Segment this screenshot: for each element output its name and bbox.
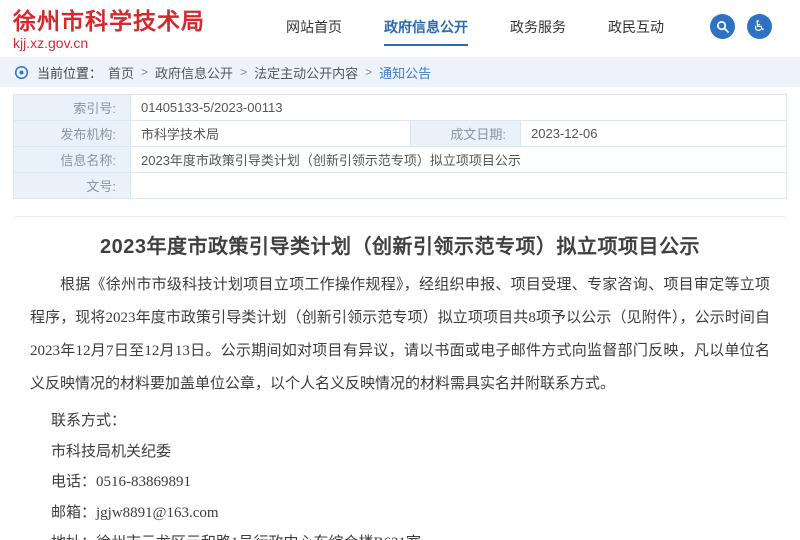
breadcrumb-item-gov-info[interactable]: 政府信息公开 <box>155 63 233 82</box>
breadcrumb-separator: > <box>240 65 247 79</box>
issue-date-label: 成文日期: <box>411 121 521 147</box>
breadcrumb-separator: > <box>365 65 372 79</box>
table-row: 文号: <box>14 173 787 199</box>
main-nav: 网站首页 政府信息公开 政务服务 政民互动 ♿ <box>244 14 772 48</box>
info-name-label: 信息名称: <box>14 147 131 173</box>
site-title: 徐州市科学技术局 <box>13 8 205 34</box>
site-brand: 徐州市科学技术局 kjj.xz.gov.cn <box>13 8 205 52</box>
breadcrumb-item-public-content[interactable]: 法定主动公开内容 <box>254 63 358 82</box>
nav-item-interaction[interactable]: 政民互动 <box>608 17 664 46</box>
contact-phone-1: 电话：0516-83869891 <box>30 473 770 493</box>
article-body: 根据《徐州市市级科技计划项目立项工作操作规程》，经组织申报、项目受理、专家咨询、… <box>30 269 770 540</box>
contact-office: 市科技局机关纪委 <box>30 443 770 463</box>
page-title: 2023年度市政策引导类计划（创新引领示范专项）拟立项项目公示 <box>30 230 770 259</box>
index-number-value: 01405133-5/2023-00113 <box>131 95 787 121</box>
document-meta: 索引号: 01405133-5/2023-00113 发布机构: 市科学技术局 … <box>0 87 800 199</box>
meta-table: 索引号: 01405133-5/2023-00113 发布机构: 市科学技术局 … <box>13 94 787 199</box>
search-icon[interactable] <box>710 14 735 39</box>
nav-item-services[interactable]: 政务服务 <box>510 17 566 46</box>
breadcrumb-separator: > <box>141 65 148 79</box>
nav-item-home[interactable]: 网站首页 <box>286 17 342 46</box>
contact-address: 地址：徐州市云龙区元和路1号行政中心东综合楼B631室 <box>30 534 770 540</box>
table-row: 索引号: 01405133-5/2023-00113 <box>14 95 787 121</box>
table-row: 发布机构: 市科学技术局 成文日期: 2023-12-06 <box>14 121 787 147</box>
issuing-agency-label: 发布机构: <box>14 121 131 147</box>
table-row: 信息名称: 2023年度市政策引导类计划（创新引领示范专项）拟立项项目公示 <box>14 147 787 173</box>
issue-date-value: 2023-12-06 <box>521 121 787 147</box>
accessibility-icon[interactable]: ♿ <box>747 14 772 39</box>
breadcrumb-prefix: 当前位置： <box>37 63 102 82</box>
breadcrumb-item-home[interactable]: 首页 <box>108 63 134 82</box>
contact-heading: 联系方式： <box>30 412 770 432</box>
nav-icon-group: ♿ <box>698 14 772 39</box>
contact-email: 邮箱：jgjw8891@163.com <box>30 504 770 524</box>
article: 2023年度市政策引导类计划（创新引领示范专项）拟立项项目公示 根据《徐州市市级… <box>0 217 800 540</box>
location-pin-icon <box>14 65 29 80</box>
info-name-value: 2023年度市政策引导类计划（创新引领示范专项）拟立项项目公示 <box>131 147 787 173</box>
doc-number-value <box>131 173 787 199</box>
index-number-label: 索引号: <box>14 95 131 121</box>
issuing-agency-value: 市科学技术局 <box>131 121 411 147</box>
article-paragraph: 根据《徐州市市级科技计划项目立项工作操作规程》，经组织申报、项目受理、专家咨询、… <box>30 269 770 401</box>
site-domain: kjj.xz.gov.cn <box>13 35 205 51</box>
breadcrumb: 当前位置： 首页 > 政府信息公开 > 法定主动公开内容 > 通知公告 <box>0 57 800 87</box>
site-header: 徐州市科学技术局 kjj.xz.gov.cn 网站首页 政府信息公开 政务服务 … <box>0 0 800 57</box>
doc-number-label: 文号: <box>14 173 131 199</box>
nav-item-gov-info[interactable]: 政府信息公开 <box>384 17 468 46</box>
breadcrumb-item-notices[interactable]: 通知公告 <box>379 63 431 82</box>
